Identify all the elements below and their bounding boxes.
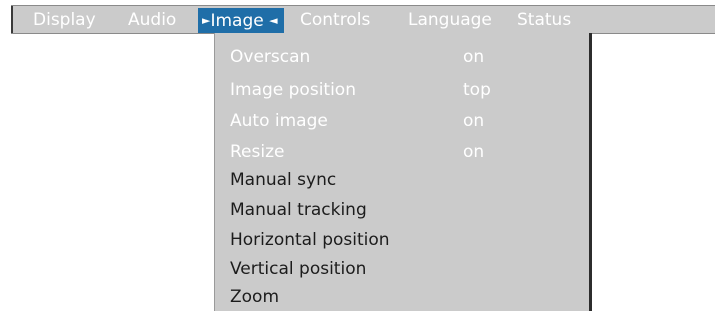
selection-left-arrow-icon: ◄ <box>269 14 278 27</box>
menu-item-value: on <box>463 47 485 67</box>
tab-display[interactable]: Display <box>33 8 96 33</box>
menu-bar: Display Audio ►Image ◄ Controls Language… <box>11 5 715 34</box>
menu-item-label: Resize <box>230 142 285 162</box>
menu-item-label: Manual tracking <box>230 200 367 220</box>
tab-audio[interactable]: Audio <box>128 8 176 33</box>
tab-controls[interactable]: Controls <box>300 8 370 33</box>
menu-item-image-position: Image position top <box>230 79 491 102</box>
tab-image[interactable]: ►Image ◄ <box>198 8 284 33</box>
image-dropdown-menu: Overscan on Image position top Auto imag… <box>214 33 592 311</box>
menu-bar-edge <box>11 6 13 33</box>
menu-item-zoom[interactable]: Zoom <box>230 286 279 309</box>
menu-item-label: Manual sync <box>230 170 337 190</box>
menu-item-label: Vertical position <box>230 259 367 279</box>
menu-item-label: Horizontal position <box>230 230 390 250</box>
tab-image-label: Image <box>210 11 264 31</box>
menu-item-label: Zoom <box>230 287 280 307</box>
menu-item-manual-tracking[interactable]: Manual tracking <box>230 199 367 222</box>
tab-language[interactable]: Language <box>408 8 492 33</box>
menu-item-resize: Resize on <box>230 141 484 164</box>
menu-item-manual-sync[interactable]: Manual sync <box>230 169 336 192</box>
menu-item-value: top <box>463 80 491 100</box>
tab-status[interactable]: Status <box>517 8 571 33</box>
menu-item-auto-image: Auto image on <box>230 110 484 133</box>
dropdown-shadow-edge <box>589 33 592 311</box>
menu-item-label: Overscan <box>230 47 311 67</box>
menu-item-value: on <box>463 111 485 131</box>
menu-item-label: Auto image <box>230 111 328 131</box>
menu-item-horizontal-position[interactable]: Horizontal position <box>230 229 390 252</box>
menu-item-vertical-position[interactable]: Vertical position <box>230 258 366 281</box>
menu-item-value: on <box>463 142 485 162</box>
menu-item-label: Image position <box>230 80 356 100</box>
menu-item-overscan: Overscan on <box>230 46 484 69</box>
